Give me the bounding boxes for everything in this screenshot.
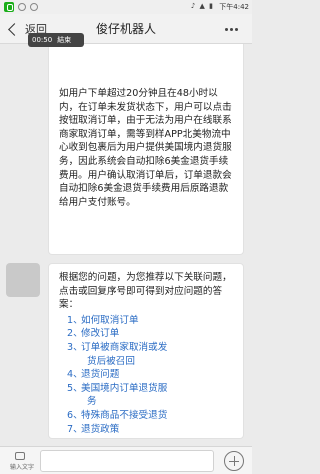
related-question-1[interactable]: 1、如何取消订单 bbox=[59, 314, 235, 328]
circle-icon bbox=[18, 3, 26, 11]
avatar[interactable] bbox=[6, 263, 40, 297]
input-mode-toggle[interactable]: 输入文字 bbox=[6, 450, 36, 472]
more-icon[interactable] bbox=[220, 18, 242, 40]
message-text: 根据您的问题，为您推荐以下关联问题，点击或回复序号即可得到对应问题的答案： bbox=[59, 272, 232, 311]
end-recording-button[interactable]: 結束 bbox=[57, 35, 71, 45]
circle-icon bbox=[30, 3, 38, 11]
clock: 下午4:42 bbox=[219, 3, 249, 11]
related-question-2[interactable]: 2、修改订单 bbox=[59, 327, 235, 341]
related-question-7[interactable]: 7、退货政策 bbox=[59, 423, 235, 437]
message-bubble: 根据您的问题，为您推荐以下关联问题，点击或回复序号即可得到对应问题的答案： 1、… bbox=[48, 263, 244, 439]
related-questions-list: 1、如何取消订单 2、修改订单 3、订单被商家取消或发 货后被召回 4、退货问题 … bbox=[59, 314, 235, 436]
related-question-4[interactable]: 4、退货问题 bbox=[59, 368, 235, 382]
message-text: 如用户下单超过20分钟且在48小时以内，在订单未发货状态下，用户可以点击按钮取消… bbox=[59, 88, 232, 208]
input-bar: 输入文字 bbox=[0, 446, 252, 474]
plus-icon[interactable] bbox=[224, 451, 244, 471]
related-question-3[interactable]: 3、订单被商家取消或发 货后被召回 bbox=[59, 341, 235, 368]
system-status-icons: ♪ ▲ ▮ bbox=[190, 2, 214, 10]
recording-time: 00:50 bbox=[32, 36, 53, 44]
wechat-icon bbox=[4, 2, 14, 12]
chat-area[interactable]: 如用户下单超过20分钟且在48小时以内，在订单未发货状态下，用户可以点击按钮取消… bbox=[0, 44, 252, 446]
message-input[interactable] bbox=[40, 450, 214, 472]
recording-indicator[interactable]: 00:50 結束 bbox=[28, 33, 84, 47]
keyboard-icon bbox=[15, 452, 25, 460]
status-bar: ♪ ▲ ▮ 下午4:42 bbox=[0, 0, 252, 14]
related-question-5[interactable]: 5、美国境内订单退货服务 bbox=[59, 382, 235, 409]
message-bubble: 如用户下单超过20分钟且在48小时以内，在订单未发货状态下，用户可以点击按钮取消… bbox=[48, 44, 244, 255]
input-mode-label: 输入文字 bbox=[10, 464, 35, 471]
related-question-6[interactable]: 6、特殊商品不接受退货 bbox=[59, 409, 235, 423]
